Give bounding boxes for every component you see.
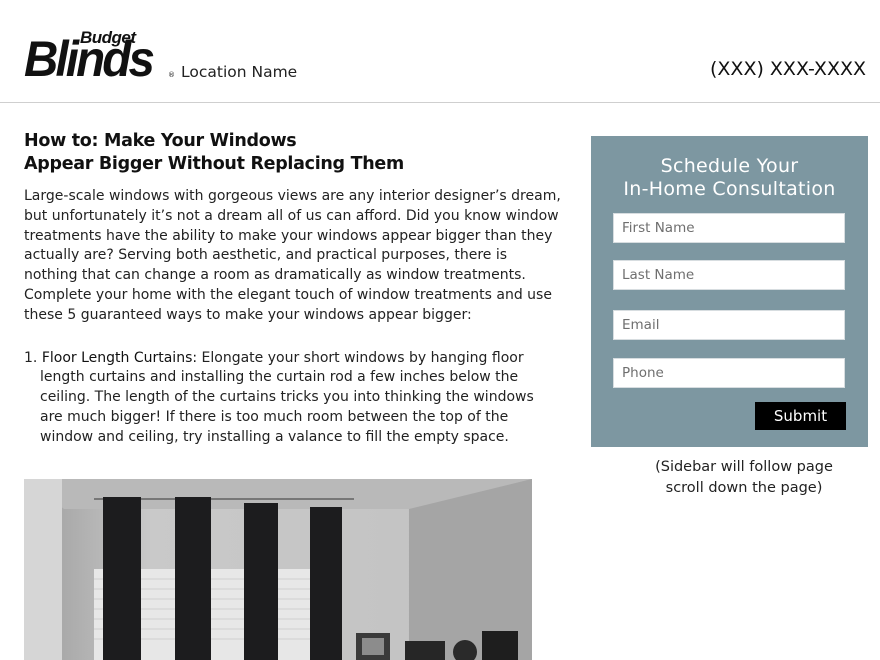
sidebar-note-line2: scroll down the page) [665, 480, 823, 496]
article-title: How to: Make Your Windows Appear Bigger … [24, 130, 564, 176]
submit-button[interactable]: Submit [755, 402, 846, 430]
article-intro: Large-scale windows with gorgeous views … [24, 188, 561, 323]
list-item-lead: Floor Length Curtains: [41, 349, 198, 366]
sidebar-note: (Sidebar will follow page scroll down th… [591, 457, 880, 499]
budget-blinds-logo[interactable]: Budget Blinds ® [24, 28, 175, 87]
logo-blinds-text: Blinds [24, 31, 155, 87]
location-name: Location Name [181, 63, 298, 81]
consultation-sidebar: Schedule Your In-Home Consultation Submi… [591, 136, 868, 447]
room-curtains-image [24, 479, 532, 660]
article: How to: Make Your Windows Appear Bigger … [24, 130, 564, 448]
article-title-line2: Appear Bigger Without Replacing Them [24, 154, 404, 174]
sidebar-title-line2: In-Home Consultation [623, 178, 836, 200]
logo-registered-mark: ® [168, 71, 175, 79]
site-header: Budget Blinds ® Location Name (XXX) XXX-… [0, 0, 880, 103]
sidebar-note-line1: (Sidebar will follow page [655, 459, 833, 475]
last-name-input[interactable] [613, 260, 845, 290]
article-title-line1: How to: Make Your Windows [24, 131, 297, 151]
sidebar-title-line1: Schedule Your [660, 155, 799, 177]
phone-input[interactable] [613, 358, 845, 388]
list-item-floor-length-curtains: 1. Floor Length Curtains: Elongate your … [24, 349, 544, 448]
email-input[interactable] [613, 310, 845, 340]
article-photo [24, 479, 532, 660]
list-item-number: 1. [24, 349, 38, 366]
sidebar-title: Schedule Your In-Home Consultation [591, 155, 868, 201]
phone-number[interactable]: (XXX) XXX-XXXX [710, 58, 866, 80]
first-name-input[interactable] [613, 213, 845, 243]
